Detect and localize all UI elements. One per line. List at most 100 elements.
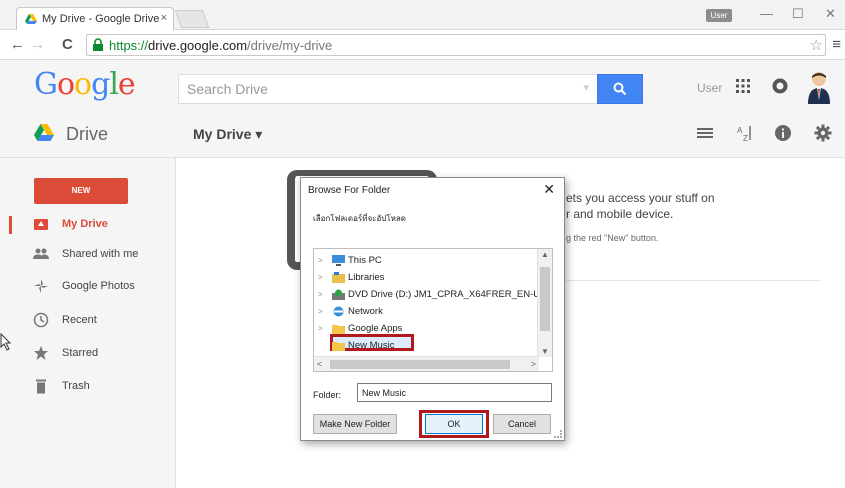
tree-item-label: This PC	[348, 254, 382, 266]
search-icon	[613, 82, 627, 96]
svg-text:Z: Z	[743, 134, 748, 142]
pc-icon	[332, 254, 345, 266]
scroll-right-icon[interactable]: >	[531, 359, 536, 369]
drive-toolbar: Drive My Drive ▾ A Z	[0, 110, 845, 158]
new-tab-button[interactable]	[174, 10, 210, 28]
sidebar-item-shared[interactable]: Shared with me	[0, 241, 176, 267]
welcome-text-line1: ets you access your stuff on	[566, 191, 715, 205]
forward-arrow-icon[interactable]: →	[30, 36, 45, 53]
sidebar-item-trash[interactable]: Trash	[0, 373, 176, 399]
tree-item-label: Google Apps	[348, 322, 403, 334]
apps-grid-icon[interactable]	[736, 79, 750, 93]
close-window-button[interactable]: ✕	[825, 6, 836, 22]
make-new-folder-button[interactable]: Make New Folder	[313, 414, 397, 434]
folder-name-field[interactable]	[357, 383, 552, 402]
maximize-button[interactable]: ☐	[792, 6, 804, 22]
tab-close-icon[interactable]: ×	[161, 12, 167, 24]
url-host: drive.google.com	[148, 37, 248, 53]
my-drive-icon	[34, 219, 48, 230]
resize-grip-icon[interactable]	[554, 430, 562, 438]
drive-title[interactable]: Drive	[66, 124, 108, 145]
profile-badge[interactable]: User	[706, 9, 732, 22]
divider	[566, 280, 821, 281]
folder-tree[interactable]: > This PC > Libraries > DVD Drive (D:) J…	[313, 248, 553, 372]
url-path: /drive/my-drive	[247, 37, 333, 53]
logo-letter: o	[56, 67, 75, 102]
browser-menu-icon[interactable]: ≡	[832, 36, 841, 53]
shared-icon	[33, 248, 49, 259]
expand-chevron-icon[interactable]: >	[318, 324, 323, 333]
logo-letter: o	[74, 67, 92, 102]
breadcrumb[interactable]: My Drive ▾	[193, 126, 262, 143]
notifications-icon[interactable]	[772, 78, 788, 94]
folder-icon	[332, 341, 345, 351]
tree-item-label: Network	[348, 305, 383, 317]
sidebar-item-label: Shared with me	[62, 248, 139, 260]
minimize-button[interactable]: —	[760, 6, 773, 21]
browser-window: My Drive - Google Drive × User — ☐ ✕ ← →…	[0, 0, 845, 488]
google-header: Google Search Drive ▾ User	[0, 60, 845, 110]
browser-tab[interactable]: My Drive - Google Drive ×	[16, 7, 174, 30]
dvd-icon	[332, 289, 345, 300]
expand-chevron-icon[interactable]: >	[318, 273, 323, 282]
expand-chevron-icon[interactable]: >	[318, 256, 323, 265]
tree-item-label: Libraries	[348, 271, 385, 283]
sidebar-item-photos[interactable]: Google Photos	[0, 273, 176, 299]
url-field[interactable]: https://drive.google.com/drive/my-drive	[86, 34, 826, 56]
recent-icon	[33, 312, 49, 328]
sidebar-item-my-drive[interactable]: My Drive	[0, 211, 176, 237]
scroll-thumb[interactable]	[330, 360, 510, 369]
avatar[interactable]	[806, 70, 832, 104]
url-scheme: https://	[109, 37, 149, 53]
ok-button[interactable]: OK	[425, 414, 483, 434]
sidebar-item-label: Recent	[62, 314, 97, 326]
sidebar: NEW My Drive Shared with me Google Photo…	[0, 158, 176, 488]
sidebar-item-label: Trash	[62, 380, 90, 392]
drive-favicon-icon	[25, 14, 37, 24]
expand-chevron-icon[interactable]: >	[318, 307, 323, 316]
photos-icon	[34, 279, 48, 293]
drive-logo-icon[interactable]	[34, 124, 54, 142]
settings-gear-icon[interactable]	[814, 124, 832, 142]
scroll-up-icon[interactable]: ▲	[541, 250, 549, 259]
logo-letter: e	[117, 67, 136, 102]
libraries-icon	[332, 271, 345, 283]
scroll-left-icon[interactable]: <	[317, 359, 322, 369]
lock-icon	[93, 38, 103, 51]
reload-icon[interactable]: C	[62, 36, 73, 53]
logo-letter: l	[109, 67, 119, 102]
tree-horizontal-scrollbar[interactable]: < >	[314, 356, 539, 371]
info-icon[interactable]	[774, 124, 792, 142]
scroll-down-icon[interactable]: ▼	[541, 347, 549, 356]
google-logo[interactable]: Google	[34, 67, 136, 102]
title-bar: My Drive - Google Drive × User — ☐ ✕	[0, 0, 845, 30]
trash-icon	[36, 379, 46, 394]
expand-chevron-icon[interactable]: >	[318, 290, 323, 299]
welcome-text-line2: r and mobile device.	[566, 207, 674, 221]
network-icon	[333, 306, 344, 316]
search-options-chevron-icon[interactable]: ▾	[583, 81, 589, 94]
bookmark-star-icon[interactable]: ☆	[810, 36, 823, 54]
search-placeholder: Search Drive	[187, 81, 268, 97]
tree-vertical-scrollbar[interactable]: ▲ ▼	[537, 249, 552, 357]
new-button[interactable]: NEW	[34, 178, 128, 204]
scroll-thumb[interactable]	[540, 267, 550, 331]
folder-label: Folder:	[313, 390, 342, 400]
user-label[interactable]: User	[697, 81, 722, 95]
search-button[interactable]	[597, 74, 643, 104]
dialog-title: Browse For Folder	[308, 185, 391, 196]
sidebar-item-recent[interactable]: Recent	[0, 307, 176, 333]
back-arrow-icon[interactable]: ←	[10, 36, 25, 53]
dialog-close-icon[interactable]: ✕	[543, 181, 555, 198]
cancel-button[interactable]: Cancel	[493, 414, 551, 434]
welcome-text-line3: g the red "New" button.	[566, 233, 659, 243]
tab-title: My Drive - Google Drive	[42, 13, 160, 25]
sidebar-item-label: My Drive	[62, 218, 108, 230]
search-input[interactable]: Search Drive ▾	[178, 74, 598, 104]
logo-letter: g	[91, 67, 110, 102]
mouse-cursor-icon	[0, 333, 12, 351]
sidebar-item-label: Google Photos	[62, 280, 135, 292]
sidebar-item-starred[interactable]: Starred	[0, 340, 176, 366]
sort-az-icon[interactable]: A Z	[736, 124, 754, 142]
list-view-icon[interactable]	[696, 124, 714, 142]
